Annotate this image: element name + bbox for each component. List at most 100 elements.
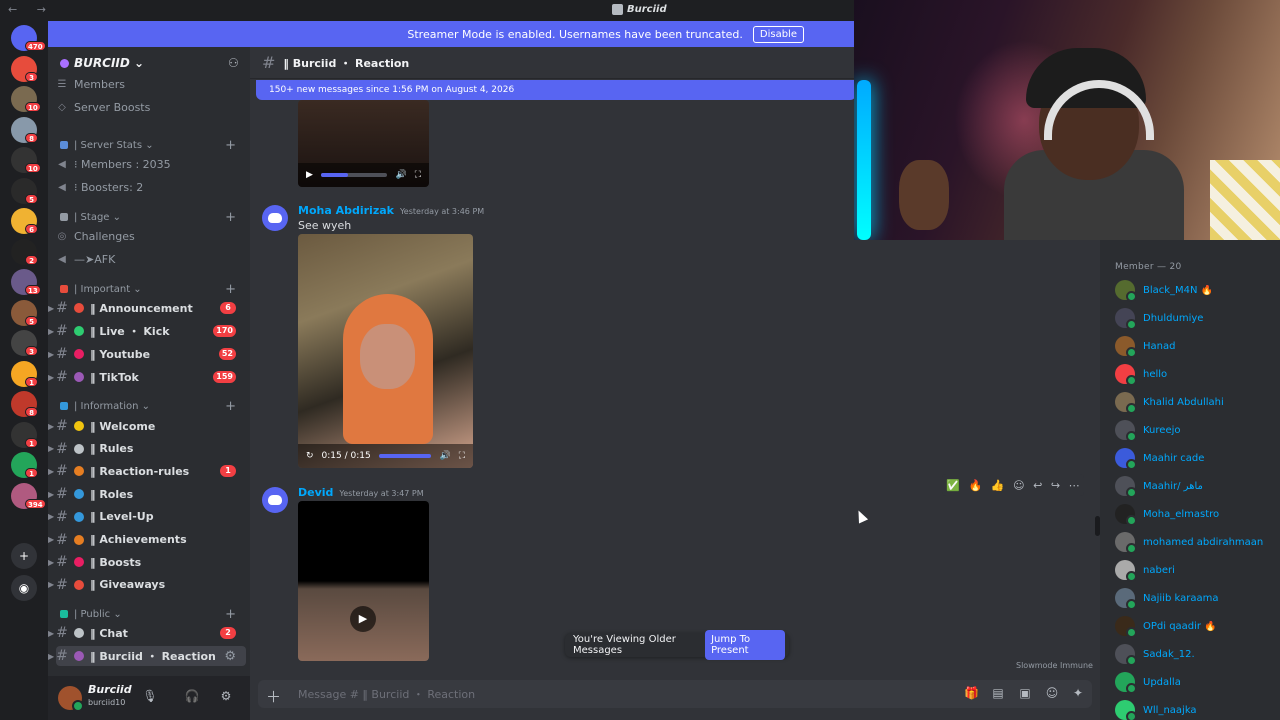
volume-icon[interactable]: 🔊 (395, 170, 406, 180)
member-item[interactable]: Khalid Abdullahi (1115, 390, 1280, 414)
add-channel-icon[interactable]: + (225, 282, 236, 297)
user-tag: burciid10 (88, 698, 126, 707)
message-author[interactable]: Moha Abdirizak Yesterday at 3:46 PM (298, 204, 484, 217)
check-reaction-icon[interactable]: ✅ (946, 479, 960, 492)
channel-item[interactable]: ▶ # ‖ Chat 2 (48, 623, 246, 643)
gear-icon[interactable]: ⚙ (218, 689, 234, 705)
channel-item[interactable]: ▶ # ‖ Giveaways (48, 575, 246, 595)
channel-item[interactable]: ▶ # ‖ Live ・ Kick 170 (48, 321, 246, 341)
member-item[interactable]: Kureejo (1115, 418, 1280, 442)
fullscreen-icon[interactable]: ⛶ (459, 451, 465, 461)
category-important[interactable]: | Important ⌄ + (56, 279, 246, 299)
member-item[interactable]: Najiib karaama (1115, 586, 1280, 610)
add-channel-icon[interactable]: + (225, 607, 236, 622)
channel-item[interactable]: ▶ # ‖ Reaction-rules 1 (48, 461, 246, 481)
channel-item[interactable]: ▶ # ‖ Level-Up (48, 507, 246, 527)
sticker-icon[interactable]: ▣ (1018, 686, 1032, 700)
sidebar-item-members[interactable]: ☰ Members (56, 74, 246, 94)
member-item[interactable]: Maahir/ ماهر (1115, 474, 1280, 498)
play-icon[interactable]: ▶ (306, 170, 313, 180)
member-item[interactable]: Dhuldumiye (1115, 306, 1280, 330)
chevron-right-icon: ▶ (48, 557, 55, 567)
channel-item[interactable]: ◀ —➤AFK (56, 249, 246, 269)
add-channel-icon[interactable]: + (225, 210, 236, 225)
category-information[interactable]: | Information ⌄ + (56, 396, 246, 416)
thumbs-up-reaction-icon[interactable]: 👍 (991, 479, 1005, 492)
channel-item[interactable]: ▶ # ‖ Youtube 52 (48, 344, 246, 364)
channel-settings-icon[interactable]: ⚙ (224, 649, 236, 664)
mic-icon[interactable]: 🎙 (142, 689, 158, 705)
channel-emoji-icon (74, 511, 84, 522)
message-actions: ✅ 🔥 👍 ☺ ↩ ↪ ⋯ (942, 474, 1084, 496)
member-item[interactable]: Black_M4N 🔥 (1115, 278, 1280, 302)
video-progress[interactable] (378, 454, 432, 458)
jump-to-present-button[interactable]: Jump To Present (705, 630, 785, 660)
window-title: Burciid (612, 4, 667, 15)
channel-item[interactable]: ▶ # ‖ Burciid ・ Reaction ⚙ (48, 646, 246, 666)
channel-item[interactable]: ▶ # ‖ Announcement 6 (48, 298, 246, 318)
hash-icon: # (262, 53, 276, 72)
discover-icon[interactable]: ◉ (11, 575, 37, 601)
chevron-right-icon: ▶ (48, 372, 55, 382)
member-item[interactable]: mohamed abdirahmaan (1115, 530, 1280, 554)
channel-item[interactable]: ◀ ⁝ Members : 2035 (56, 154, 246, 174)
sidebar-item-boosts[interactable]: ◇ Server Boosts (56, 97, 246, 117)
forward-icon[interactable]: ↪ (1051, 479, 1060, 492)
server-badge: 8 (25, 407, 38, 417)
category-public[interactable]: | Public ⌄ + (56, 604, 246, 624)
member-item[interactable]: Hanad (1115, 334, 1280, 358)
video-subject-face (360, 324, 415, 389)
category-icon (60, 610, 68, 618)
video-attachment[interactable]: ▶ (298, 501, 429, 661)
channel-item[interactable]: ◎ Challenges (56, 226, 246, 246)
volume-icon[interactable]: 🔊 (439, 451, 450, 461)
member-item[interactable]: OPdi qaadir 🔥 (1115, 614, 1280, 638)
avatar (1115, 364, 1137, 386)
member-item[interactable]: Sadak_12. (1115, 642, 1280, 666)
message-avatar[interactable] (262, 487, 288, 513)
server-badge: 1 (25, 437, 38, 448)
gift-icon[interactable]: 🎁 (964, 686, 979, 700)
channel-item[interactable]: ▶ # ‖ Achievements (48, 530, 246, 550)
channel-item[interactable]: ▶ # ‖ Roles (48, 484, 246, 504)
channel-item[interactable]: ▶ # ‖ Welcome (48, 416, 246, 436)
attach-plus-icon[interactable]: ＋ (266, 686, 281, 707)
fullscreen-icon[interactable]: ⛶ (415, 170, 421, 180)
reply-icon[interactable]: ↩ (1033, 479, 1042, 492)
more-icon[interactable]: ⋯ (1069, 479, 1080, 492)
add-reaction-icon[interactable]: ☺ (1013, 479, 1024, 492)
channel-item[interactable]: ◀ ⁝ Boosters: 2 (56, 177, 246, 197)
emoji-icon[interactable]: ☺ (1045, 686, 1059, 700)
video-attachment[interactable]: ▶ 🔊 ⛶ (298, 100, 429, 187)
member-item[interactable]: naberi (1115, 558, 1280, 582)
gif-icon[interactable]: ▤ (991, 686, 1005, 700)
member-item[interactable]: Wll_naajka (1115, 698, 1280, 720)
channel-item[interactable]: ▶ # ‖ Boosts (48, 552, 246, 572)
avatar[interactable] (58, 686, 84, 712)
disable-streamer-button[interactable]: Disable (752, 25, 804, 43)
member-item[interactable]: hello (1115, 362, 1280, 386)
member-item[interactable]: Maahir cade (1115, 446, 1280, 470)
invite-people-icon[interactable]: ⚇ (228, 56, 240, 70)
message-avatar[interactable] (262, 205, 288, 231)
new-messages-banner[interactable]: 150+ new messages since 1:56 PM on Augus… (256, 80, 856, 100)
message-author[interactable]: Devid Yesterday at 3:47 PM (298, 486, 424, 499)
replay-icon[interactable]: ↻ (306, 451, 314, 461)
category-stage[interactable]: | Stage ⌄ + (56, 207, 246, 227)
add-channel-icon[interactable]: + (225, 399, 236, 414)
member-item[interactable]: Updalla (1115, 670, 1280, 694)
fire-reaction-icon[interactable]: 🔥 (969, 479, 983, 492)
add-server-icon[interactable]: + (11, 543, 37, 569)
play-icon[interactable]: ▶ (350, 606, 376, 632)
category-server-stats[interactable]: | Server Stats ⌄ + (56, 135, 246, 155)
headphones-icon[interactable]: 🎧 (184, 689, 200, 705)
add-channel-icon[interactable]: + (225, 138, 236, 153)
member-item[interactable]: Moha_elmastro (1115, 502, 1280, 526)
video-progress[interactable] (320, 173, 388, 177)
video-attachment[interactable]: ↻ 0:15 / 0:15 🔊 ⛶ (298, 234, 473, 468)
channel-emoji-icon (74, 557, 84, 568)
apps-icon[interactable]: ✦ (1071, 686, 1085, 700)
channel-item[interactable]: ▶ # ‖ Rules (48, 439, 246, 459)
nav-arrows[interactable]: ← → (8, 3, 54, 16)
channel-item[interactable]: ▶ # ‖ TikTok 159 (48, 367, 246, 387)
